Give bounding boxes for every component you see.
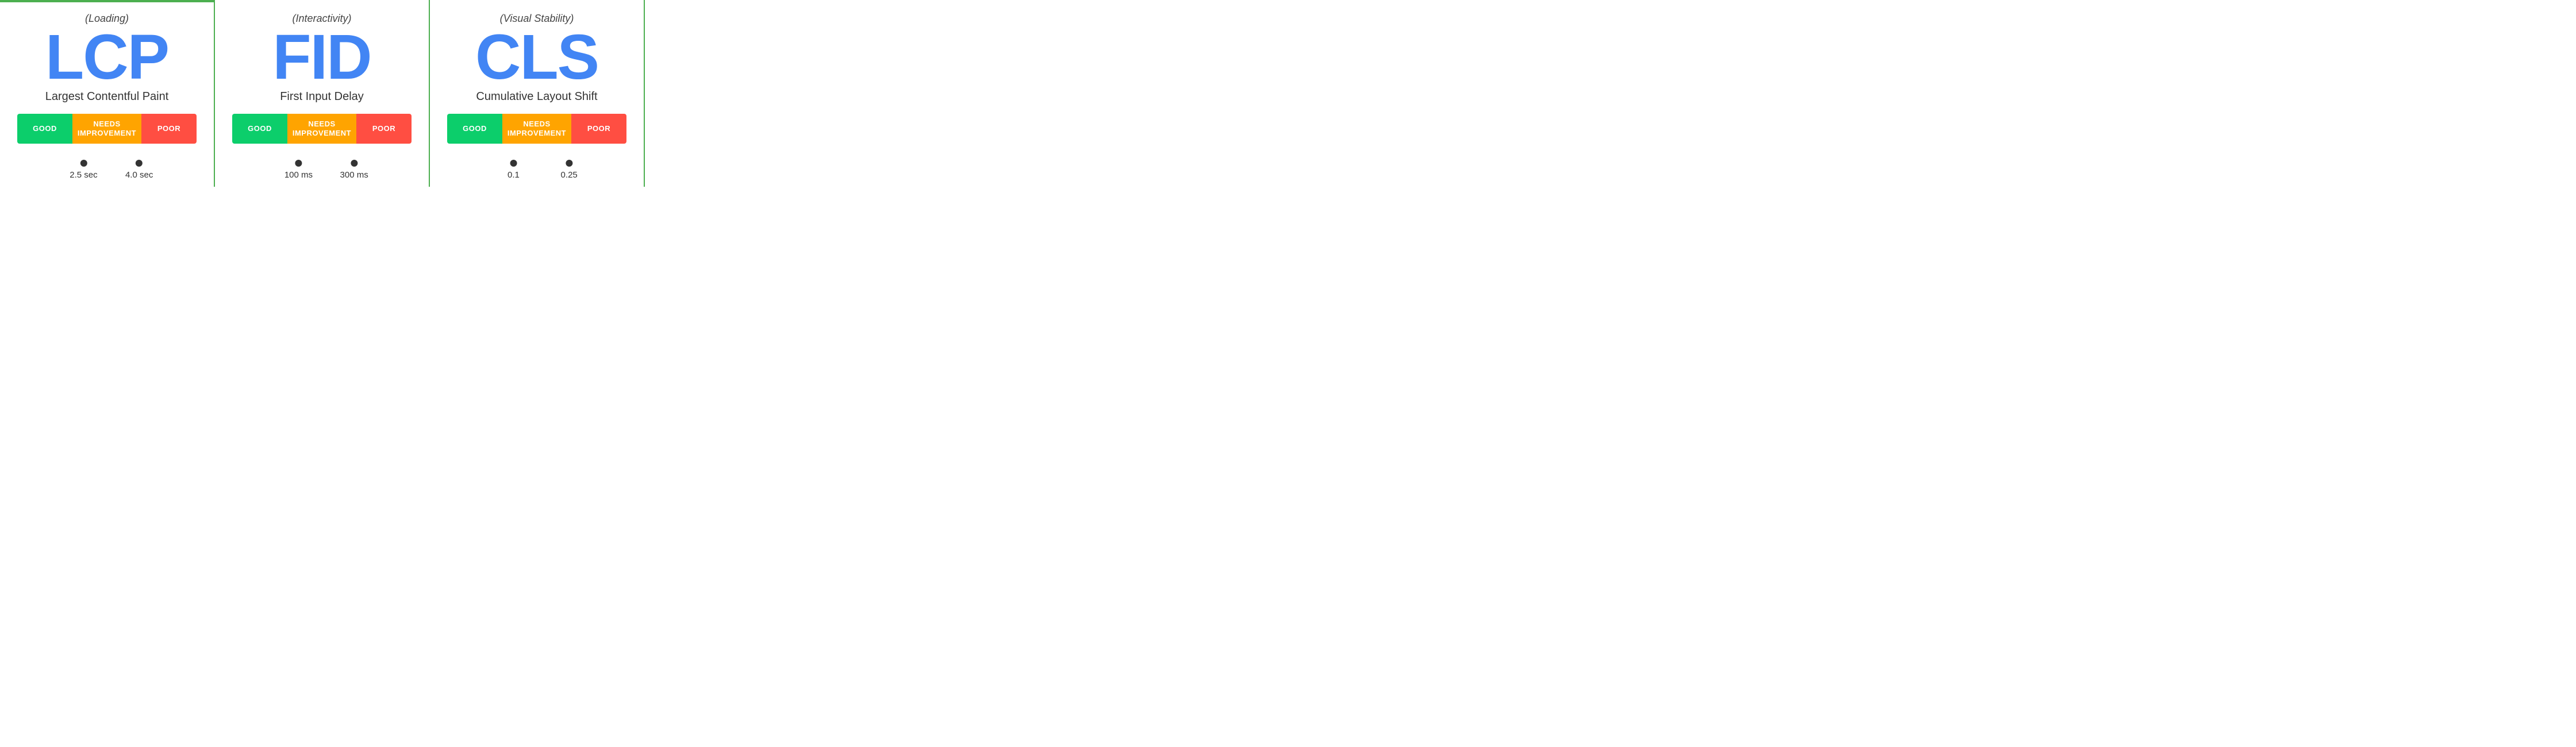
fid-panel: (Interactivity) FID First Input Delay GO… — [215, 0, 430, 187]
cls-bar-good: GOOD — [447, 114, 502, 144]
cls-bar-poor: POOR — [571, 114, 626, 144]
lcp-markers: 2.5 sec 4.0 sec — [17, 160, 197, 175]
fid-bar: GOOD NEEDSIMPROVEMENT POOR — [232, 114, 412, 144]
lcp-bar: GOOD NEEDSIMPROVEMENT POOR — [17, 114, 197, 144]
cls-bar-needs: NEEDSIMPROVEMENT — [502, 114, 571, 144]
fid-marker-label-1: 100 ms — [284, 170, 313, 180]
fid-marker-dot-2 — [351, 160, 357, 167]
cls-acronym: CLS — [475, 26, 598, 89]
fid-acronym: FID — [272, 26, 371, 89]
lcp-bar-needs: NEEDSIMPROVEMENT — [72, 114, 141, 144]
cls-marker-dot-1 — [510, 160, 517, 167]
cls-marker-label-1: 0.1 — [507, 170, 520, 180]
lcp-panel: (Loading) LCP Largest Contentful Paint G… — [0, 0, 215, 187]
cls-bar: GOOD NEEDSIMPROVEMENT POOR — [447, 114, 626, 144]
lcp-marker-dot-2 — [136, 160, 143, 167]
fid-bar-good: GOOD — [232, 114, 287, 144]
cls-name: Cumulative Layout Shift — [476, 90, 597, 103]
lcp-bar-container: GOOD NEEDSIMPROVEMENT POOR — [17, 114, 197, 144]
fid-bar-container: GOOD NEEDSIMPROVEMENT POOR — [232, 114, 412, 144]
fid-name: First Input Delay — [280, 90, 364, 103]
cls-panel: (Visual Stability) CLS Cumulative Layout… — [430, 0, 645, 187]
fid-bar-needs: NEEDSIMPROVEMENT — [287, 114, 356, 144]
cls-marker-2: 0.25 — [561, 160, 578, 180]
cls-marker-1: 0.1 — [507, 160, 520, 180]
lcp-marker-1: 2.5 sec — [70, 160, 97, 180]
lcp-bar-poor: POOR — [141, 114, 197, 144]
fid-markers: 100 ms 300 ms — [232, 160, 412, 175]
fid-marker-label-2: 300 ms — [340, 170, 368, 180]
cls-markers: 0.1 0.25 — [447, 160, 626, 175]
lcp-acronym: LCP — [45, 26, 168, 89]
fid-bar-poor: POOR — [356, 114, 412, 144]
lcp-marker-dot-1 — [80, 160, 87, 167]
lcp-marker-2: 4.0 sec — [125, 160, 153, 180]
cls-marker-label-2: 0.25 — [561, 170, 578, 180]
top-border-lcp — [0, 0, 214, 2]
lcp-marker-label-1: 2.5 sec — [70, 170, 97, 180]
cls-bar-container: GOOD NEEDSIMPROVEMENT POOR — [447, 114, 626, 144]
fid-marker-1: 100 ms — [284, 160, 313, 180]
lcp-bar-good: GOOD — [17, 114, 72, 144]
fid-marker-dot-1 — [295, 160, 302, 167]
lcp-name: Largest Contentful Paint — [45, 90, 169, 103]
fid-marker-2: 300 ms — [340, 160, 368, 180]
cls-marker-dot-2 — [566, 160, 572, 167]
lcp-marker-label-2: 4.0 sec — [125, 170, 153, 180]
